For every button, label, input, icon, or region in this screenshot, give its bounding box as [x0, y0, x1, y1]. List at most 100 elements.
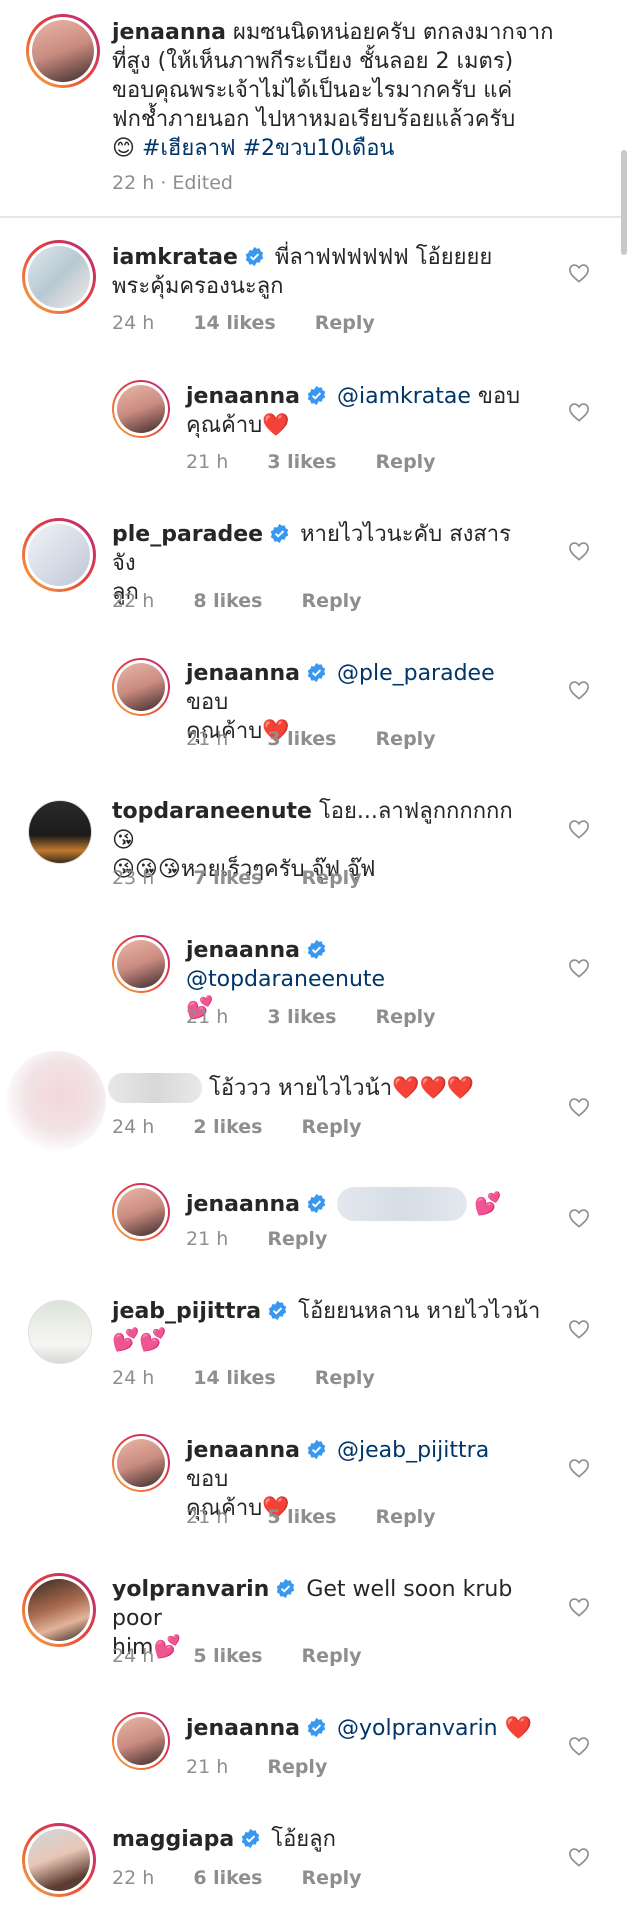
- blurred-mention[interactable]: [337, 1187, 467, 1221]
- reply-button[interactable]: Reply: [267, 1756, 327, 1778]
- comment-text-line-1: พี่ลาฟฟฟฟฟฟ โอ้ยยยย: [274, 245, 493, 270]
- comment-likes[interactable]: 3 likes: [267, 451, 336, 473]
- blurred-username[interactable]: [108, 1073, 202, 1103]
- comment-likes[interactable]: 6 likes: [193, 1867, 262, 1889]
- comment-username[interactable]: yolpranvarin: [112, 1577, 269, 1602]
- heart-outline-icon[interactable]: [568, 680, 590, 700]
- heart-outline-icon[interactable]: [568, 1847, 590, 1867]
- caption-username[interactable]: jenaanna: [112, 20, 226, 45]
- comment-likes[interactable]: 3 likes: [267, 1006, 336, 1028]
- verified-badge-icon: [277, 1578, 295, 1599]
- mention-link[interactable]: @ple_paradee: [337, 661, 495, 686]
- comment-avatar[interactable]: [112, 1434, 170, 1492]
- reply-button[interactable]: Reply: [302, 867, 362, 889]
- comment-username[interactable]: jenaanna: [186, 1192, 300, 1217]
- comment-username[interactable]: jenaanna: [186, 661, 300, 686]
- reply-button[interactable]: Reply: [267, 1228, 327, 1250]
- comment-text-line-2: พระคุ้มครองนะลูก: [112, 274, 284, 299]
- reply-button[interactable]: Reply: [376, 728, 436, 750]
- caption-avatar[interactable]: [26, 14, 100, 88]
- verified-badge-icon: [307, 1193, 326, 1214]
- verified-badge-icon: [270, 523, 289, 544]
- reply-button[interactable]: Reply: [315, 312, 375, 334]
- comment-avatar[interactable]: [22, 240, 96, 314]
- comment-username[interactable]: topdaraneenute: [112, 799, 312, 824]
- mention-link[interactable]: @topdaraneenute: [186, 967, 385, 992]
- comment-likes[interactable]: 5 likes: [193, 1645, 262, 1667]
- heart-outline-icon[interactable]: [568, 1458, 590, 1478]
- heart-outline-icon[interactable]: [568, 541, 590, 561]
- comment-time: 24 h: [112, 1645, 155, 1667]
- mention-link[interactable]: @iamkratae: [337, 384, 471, 409]
- heart-outline-icon[interactable]: [568, 958, 590, 978]
- post-caption: jenaanna ผมซนนิดหน่อยครับ ตกลงมากจาก ที่…: [0, 0, 627, 216]
- comment-likes[interactable]: 7 likes: [193, 867, 262, 889]
- verified-badge-icon: [268, 1300, 287, 1321]
- comment-text-line-1: โอ้ววว หายไวไวน้า❤️❤️❤️: [209, 1076, 475, 1101]
- comment-username[interactable]: ple_paradee: [112, 522, 263, 547]
- comment-avatar[interactable]: [112, 935, 170, 993]
- caption-divider: [0, 216, 627, 218]
- comment-likes[interactable]: 2 likes: [193, 1116, 262, 1138]
- comment-text-line-2: คุณค้าบ❤️: [186, 413, 290, 438]
- comment-likes[interactable]: 14 likes: [193, 1367, 275, 1389]
- heart-outline-icon[interactable]: [568, 1208, 590, 1228]
- reply-button[interactable]: Reply: [302, 1645, 362, 1667]
- caption-edited-label: Edited: [172, 172, 233, 194]
- reply-button[interactable]: Reply: [302, 590, 362, 612]
- comment-username[interactable]: jeab_pijittra: [112, 1299, 261, 1324]
- mention-link[interactable]: @jeab_pijittra: [337, 1438, 489, 1463]
- heart-outline-icon[interactable]: [568, 263, 590, 283]
- scrollbar[interactable]: [621, 150, 627, 255]
- comment-username[interactable]: jenaanna: [186, 1716, 300, 1741]
- heart-outline-icon[interactable]: [568, 819, 590, 839]
- caption-time: 22 h: [112, 172, 155, 194]
- heart-outline-icon[interactable]: [568, 1597, 590, 1617]
- comment-likes[interactable]: 14 likes: [193, 312, 275, 334]
- reply-button[interactable]: Reply: [302, 1116, 362, 1138]
- comment-avatar[interactable]: [112, 1712, 170, 1770]
- comment-time: 21 h: [186, 1756, 229, 1778]
- heart-outline-icon[interactable]: [568, 1097, 590, 1117]
- comment-avatar[interactable]: [112, 658, 170, 716]
- heart-outline-icon[interactable]: [568, 1319, 590, 1339]
- comment-avatar[interactable]: [28, 1300, 92, 1364]
- comment-username[interactable]: jenaanna: [186, 1438, 300, 1463]
- reply-button[interactable]: Reply: [302, 1867, 362, 1889]
- comment-text-line-1: โอ้ยยนหลาน หายไวไวน้า: [298, 1299, 541, 1324]
- reply-button[interactable]: Reply: [376, 451, 436, 473]
- reply-button[interactable]: Reply: [315, 1367, 375, 1389]
- comment-avatar[interactable]: [22, 1573, 96, 1647]
- comment-username[interactable]: jenaanna: [186, 384, 300, 409]
- comment-avatar[interactable]: [112, 380, 170, 438]
- reply-button[interactable]: Reply: [376, 1006, 436, 1028]
- comment-avatar[interactable]: [28, 800, 92, 864]
- comment-username[interactable]: jenaanna: [186, 938, 300, 963]
- caption-text-3: ขอบคุณพระเจ้าไม่ได้เป็นอะไรมากครับ แค่: [112, 78, 513, 103]
- verified-badge-icon: [307, 1439, 326, 1460]
- comment-text-line-1: 💕: [474, 1192, 502, 1217]
- comment-likes[interactable]: 3 likes: [267, 728, 336, 750]
- comment-avatar[interactable]: [22, 518, 96, 592]
- comment-avatar[interactable]: [22, 1823, 96, 1897]
- comment-time: 21 h: [186, 1006, 229, 1028]
- comment-time: 24 h: [112, 1116, 155, 1138]
- comment-username[interactable]: iamkratae: [112, 245, 238, 270]
- comment-time: 23 h: [112, 867, 155, 889]
- blurred-avatar[interactable]: [6, 1051, 106, 1151]
- comment-likes[interactable]: 8 likes: [193, 590, 262, 612]
- comment-text-line-1: ขอบ: [470, 384, 521, 409]
- comment-username[interactable]: maggiapa: [112, 1827, 234, 1852]
- verified-badge-icon: [245, 246, 264, 267]
- reply-button[interactable]: Reply: [376, 1506, 436, 1528]
- verified-badge-icon: [307, 939, 326, 960]
- comment-time: 22 h: [112, 1867, 155, 1889]
- heart-outline-icon[interactable]: [568, 1736, 590, 1756]
- comment-text-line-1: โอ้ยลูก: [271, 1827, 336, 1852]
- comment-avatar[interactable]: [112, 1183, 170, 1241]
- comment-likes[interactable]: 5 likes: [267, 1506, 336, 1528]
- mention-link[interactable]: @yolpranvarin: [337, 1716, 498, 1741]
- heart-outline-icon[interactable]: [568, 402, 590, 422]
- verified-badge-icon: [307, 385, 326, 406]
- caption-hashtags[interactable]: #เฮียลาฟ #2ขวบ10เดือน: [142, 136, 395, 161]
